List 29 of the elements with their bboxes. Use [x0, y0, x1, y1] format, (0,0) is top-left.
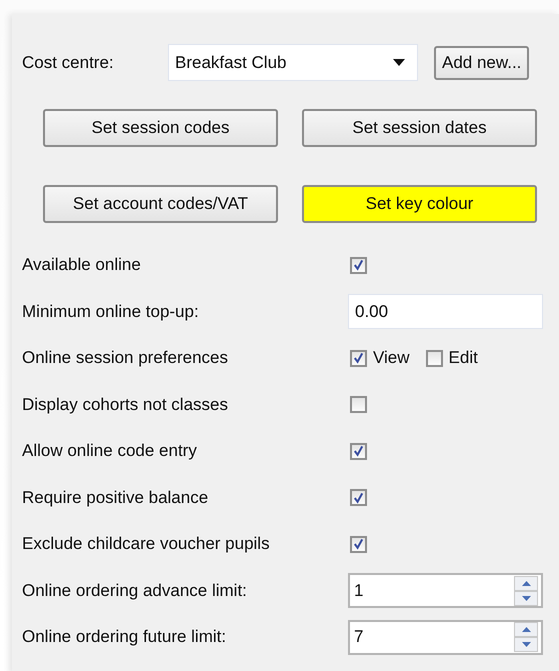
setting-label: Online session preferences — [22, 348, 230, 368]
setting-label: Available online — [22, 255, 142, 276]
action-button[interactable]: Set account codes/VAT — [43, 185, 278, 223]
number-spinner[interactable]: 7 — [348, 620, 543, 655]
setting-label: Display cohorts not classes — [22, 394, 229, 415]
setting-label: Allow online code entry — [22, 441, 198, 462]
checkbox[interactable] — [350, 536, 367, 553]
checkbox[interactable] — [350, 256, 367, 274]
checkbox[interactable] — [350, 489, 367, 506]
setting-label: Online ordering future limit: — [22, 627, 228, 648]
checkbox-label: Edit — [448, 348, 478, 368]
number-spinner[interactable]: 1 — [348, 573, 543, 608]
setting-label: Minimum online top-up: — [22, 302, 200, 322]
setting-label: Online ordering advance limit: — [22, 580, 248, 601]
setting-label: Require positive balance — [22, 488, 210, 508]
action-button[interactable]: Set session codes — [43, 109, 278, 147]
setting-label: Exclude childcare voucher pupils — [22, 534, 271, 554]
checkbox[interactable] — [350, 396, 367, 414]
cost-centre-label: Cost centre: — [22, 52, 115, 72]
checkbox[interactable] — [426, 350, 443, 367]
cost-centre-dropdown[interactable]: Breakfast Club — [168, 44, 418, 81]
caret-icon — [393, 59, 405, 66]
input-field[interactable]: 0.00 — [348, 294, 543, 330]
action-button[interactable]: Set session dates — [302, 109, 537, 147]
action-button[interactable]: Set key colour — [302, 185, 537, 223]
checkbox[interactable] — [350, 350, 367, 367]
checkbox-label: View — [373, 348, 410, 368]
add-new-button[interactable]: Add new... — [434, 46, 530, 80]
checkbox[interactable] — [350, 442, 367, 460]
